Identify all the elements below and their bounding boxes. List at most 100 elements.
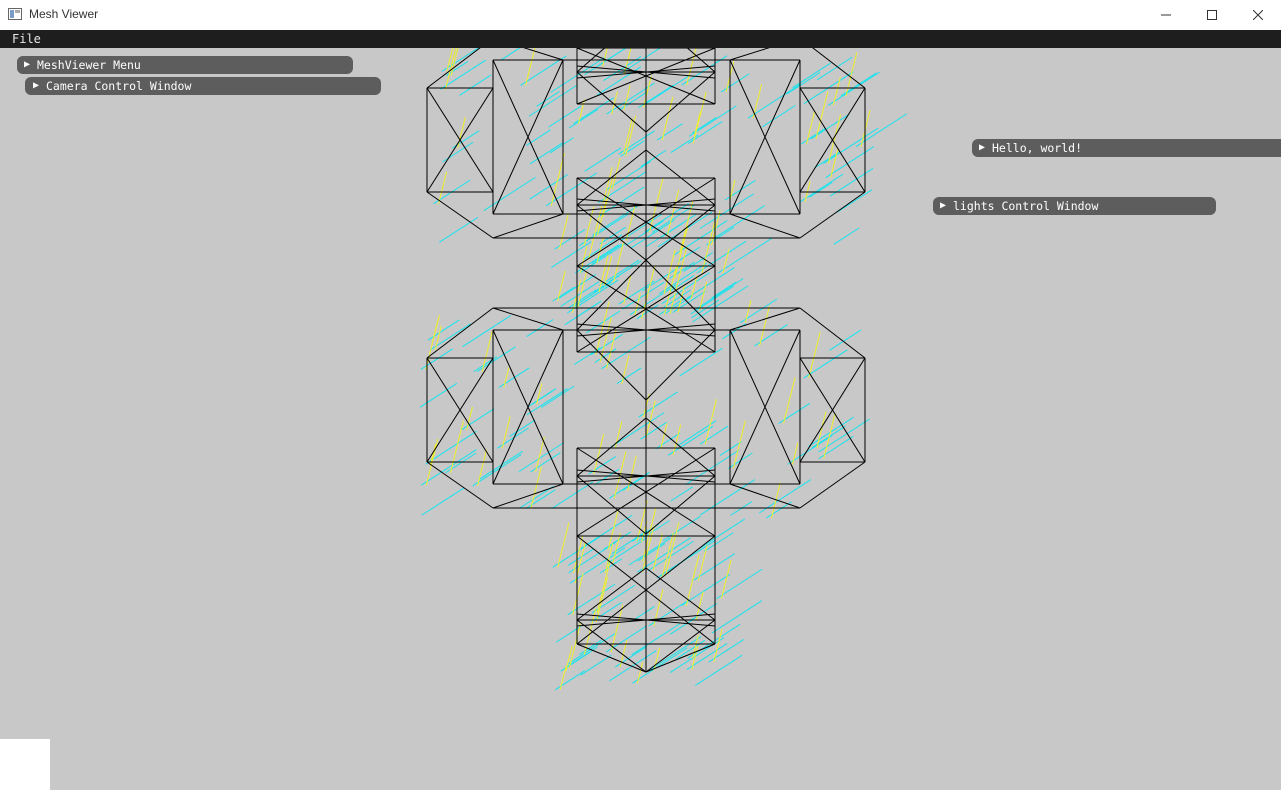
collapse-arrow-icon: ▶ (24, 59, 31, 70)
normal-line (580, 654, 612, 676)
normal-line (693, 111, 701, 137)
mesh-scene[interactable] (0, 48, 1281, 790)
normal-line (699, 479, 756, 516)
normal-line (720, 73, 750, 93)
normal-line (496, 427, 529, 449)
normal-line (808, 416, 854, 447)
normal-line (498, 367, 530, 388)
wire-edge (492, 213, 564, 239)
maximize-button[interactable] (1189, 0, 1235, 30)
normal-line (637, 537, 691, 573)
normal-line (855, 113, 908, 148)
normal-line (672, 290, 707, 313)
close-button[interactable] (1235, 0, 1281, 30)
normal-line (729, 179, 736, 201)
minimize-button[interactable] (1143, 0, 1189, 30)
normal-line (421, 449, 477, 486)
normal-line (549, 137, 574, 154)
normal-line (681, 573, 730, 607)
normal-line (568, 632, 617, 665)
wire-edge (729, 48, 770, 61)
file-menu[interactable]: File (12, 32, 41, 46)
wire-edge (799, 191, 866, 239)
normal-line (568, 548, 594, 566)
wire-edge (799, 307, 866, 359)
normal-line (805, 111, 815, 144)
normal-line (658, 262, 707, 295)
normal-line (445, 452, 477, 474)
normal-line (672, 424, 682, 456)
normal-line (430, 443, 437, 465)
lights-control-label: lights Control Window (953, 199, 1099, 213)
minimize-icon (1161, 14, 1171, 16)
normal-line (509, 419, 536, 437)
wire-edge (576, 71, 647, 133)
normal-line (670, 486, 694, 502)
window-title: Mesh Viewer (29, 7, 99, 21)
normal-line (419, 382, 458, 408)
normal-line (700, 518, 745, 548)
normal-line (836, 189, 873, 213)
normal-line (660, 423, 668, 449)
3d-viewport[interactable] (0, 48, 1281, 790)
wire-edge (645, 567, 716, 621)
meshviewer-menu-header[interactable]: ▶ MeshViewer Menu (17, 56, 353, 74)
normal-line (500, 48, 521, 61)
normal-line (631, 623, 681, 656)
normal-line (573, 535, 584, 573)
wire-edge (729, 307, 801, 331)
normal-line (610, 412, 665, 448)
normal-line (716, 568, 763, 600)
normal-line (568, 109, 599, 129)
normal-line (477, 449, 488, 487)
hello-world-header[interactable]: ▶ Hello, world! (972, 139, 1281, 157)
wire-edge (729, 483, 801, 509)
normal-line (602, 48, 608, 67)
normal-line (612, 533, 621, 564)
normal-line (580, 514, 633, 549)
close-icon (1253, 10, 1263, 20)
normal-line (711, 600, 763, 634)
normal-line (438, 171, 448, 204)
normal-line (528, 84, 578, 117)
normal-line (833, 227, 860, 245)
wire-edge (576, 417, 647, 477)
normal-line (623, 85, 631, 111)
normal-line (828, 71, 880, 106)
wire-edge (576, 619, 647, 673)
normal-line (421, 487, 465, 516)
wire-edge (492, 483, 564, 509)
camera-control-header[interactable]: ▶ Camera Control Window (25, 77, 381, 95)
lights-control-header[interactable]: ▶ lights Control Window (933, 197, 1216, 215)
normal-line (459, 74, 492, 96)
normal-line (526, 319, 554, 338)
normal-line (637, 542, 666, 562)
meshviewer-menu-label: MeshViewer Menu (37, 58, 141, 72)
normal-line (801, 127, 826, 145)
normal-line (632, 647, 688, 684)
wire-edge (645, 329, 716, 401)
normal-line (584, 147, 622, 172)
normal-line (823, 127, 879, 164)
wire-edge (812, 48, 866, 89)
normal-line (640, 149, 667, 167)
normal-line (809, 181, 833, 198)
normal-line (670, 618, 695, 635)
normal-line (606, 82, 655, 115)
normal-line (792, 442, 799, 465)
normal-line (696, 240, 747, 274)
normal-line (420, 348, 454, 370)
normal-line (611, 530, 648, 554)
viewport-corner-block (0, 739, 50, 790)
normal-line (651, 204, 695, 233)
normal-line (616, 367, 642, 385)
normal-line (528, 390, 553, 407)
normal-line (567, 583, 616, 616)
normal-line (554, 228, 586, 250)
normal-line (754, 324, 788, 347)
normal-line (550, 56, 606, 93)
wire-edge (576, 329, 647, 401)
normal-line (722, 248, 730, 274)
normal-line (525, 489, 556, 510)
normal-line (554, 670, 586, 691)
